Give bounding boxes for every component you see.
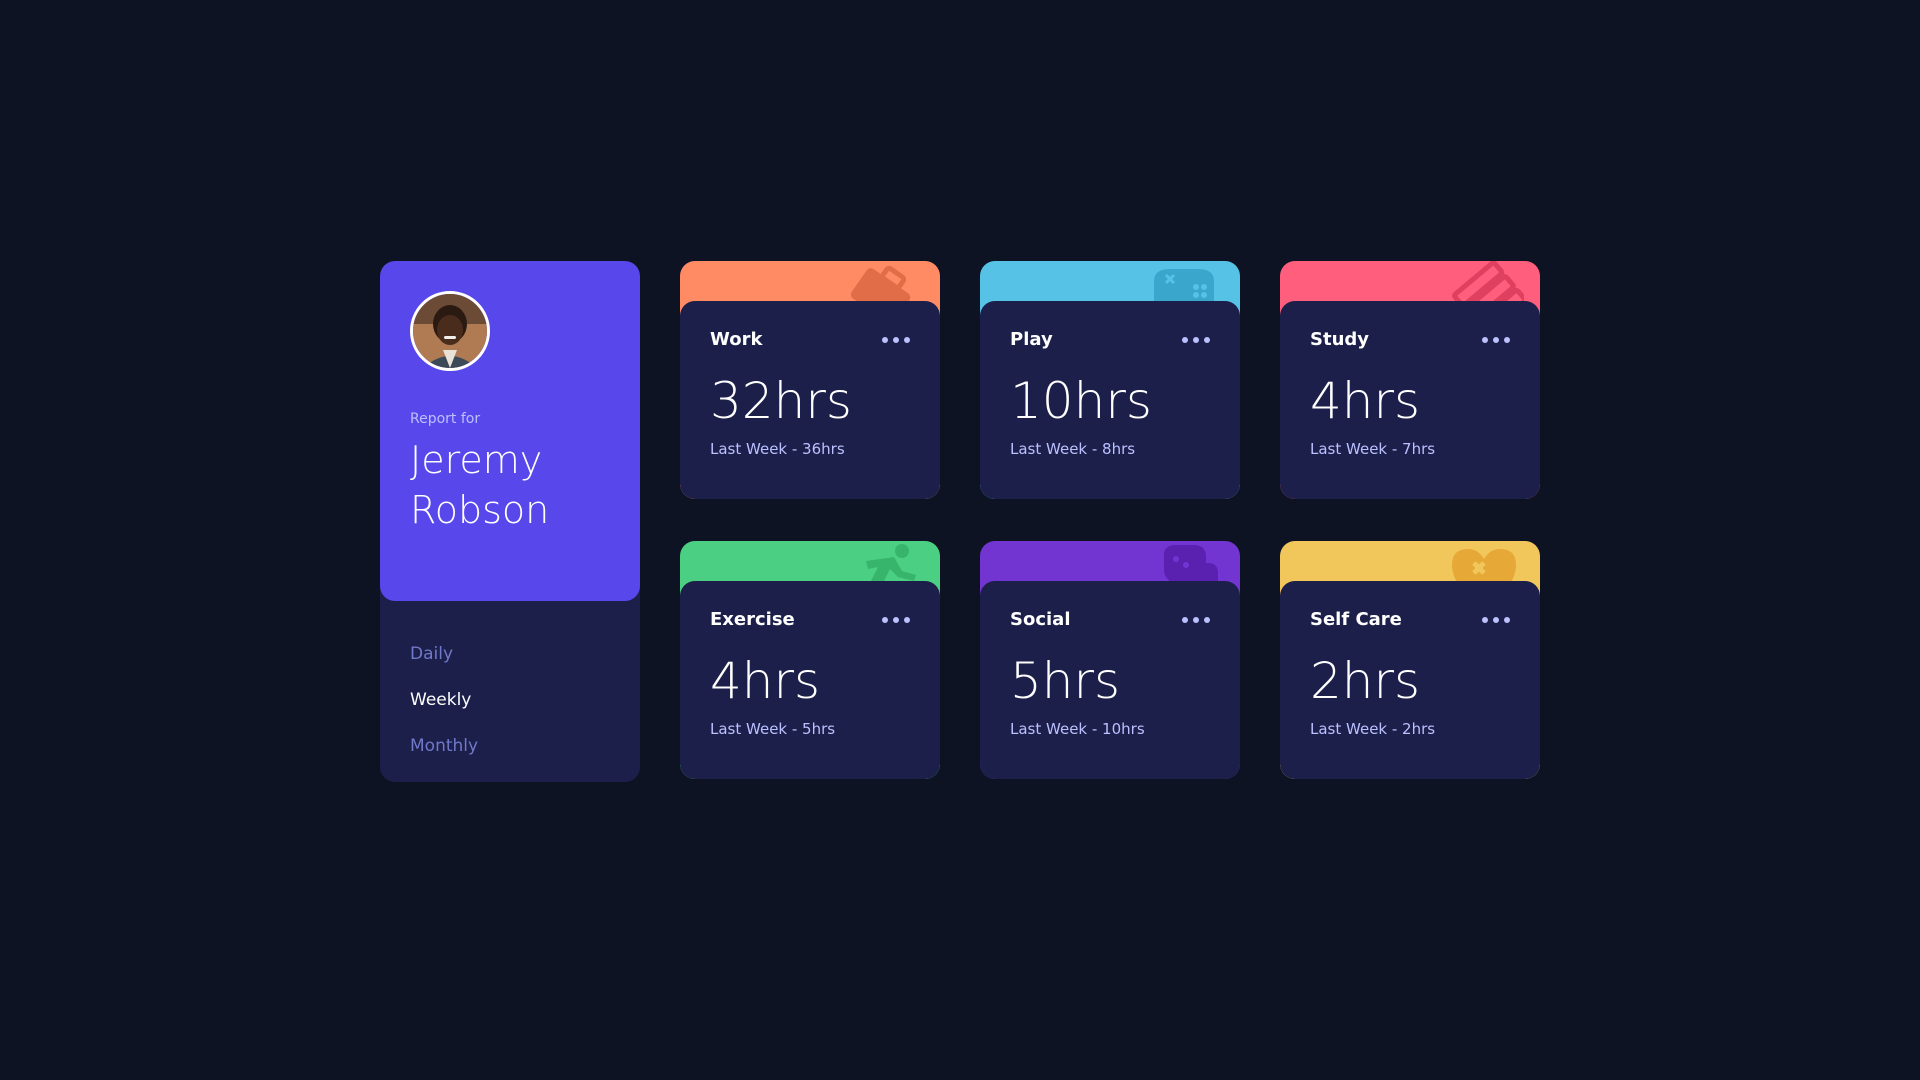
more-options-icon[interactable] xyxy=(882,335,910,345)
previous-hours: Last Week - 10hrs xyxy=(1010,720,1145,738)
card-study: Study 4hrs Last Week - 7hrs xyxy=(1280,261,1540,499)
card-body: Exercise 4hrs Last Week - 5hrs xyxy=(680,581,940,779)
card-social: Social 5hrs Last Week - 10hrs xyxy=(980,541,1240,779)
card-title: Work xyxy=(710,329,763,350)
more-options-icon[interactable] xyxy=(882,615,910,625)
card-play: Play 10hrs Last Week - 8hrs xyxy=(980,261,1240,499)
more-options-icon[interactable] xyxy=(1182,615,1210,625)
current-hours: 4hrs xyxy=(710,652,821,710)
card-exercise: Exercise 4hrs Last Week - 5hrs xyxy=(680,541,940,779)
current-hours: 4hrs xyxy=(1310,372,1421,430)
period-daily[interactable]: Daily xyxy=(410,631,478,677)
more-options-icon[interactable] xyxy=(1182,335,1210,345)
previous-hours: Last Week - 5hrs xyxy=(710,720,836,738)
report-for-label: Report for xyxy=(410,411,481,427)
card-body: Work 32hrs Last Week - 36hrs xyxy=(680,301,940,499)
user-name: Jeremy Robson xyxy=(410,438,550,532)
avatar-portrait-icon xyxy=(413,294,487,368)
card-self-care: Self Care 2hrs Last Week - 2hrs xyxy=(1280,541,1540,779)
card-body: Study 4hrs Last Week - 7hrs xyxy=(1280,301,1540,499)
card-title: Social xyxy=(1010,609,1071,630)
previous-hours: Last Week - 8hrs xyxy=(1010,440,1136,458)
more-options-icon[interactable] xyxy=(1482,615,1510,625)
avatar xyxy=(410,291,490,371)
period-selector: Daily Weekly Monthly xyxy=(410,631,478,769)
current-hours: 5hrs xyxy=(1010,652,1121,710)
card-body: Self Care 2hrs Last Week - 2hrs xyxy=(1280,581,1540,779)
card-title: Play xyxy=(1010,329,1053,350)
period-weekly[interactable]: Weekly xyxy=(410,677,478,723)
dashboard: Report for Jeremy Robson Daily Weekly Mo… xyxy=(0,0,1920,1080)
previous-hours: Last Week - 36hrs xyxy=(710,440,845,458)
card-body: Play 10hrs Last Week - 8hrs xyxy=(980,301,1240,499)
current-hours: 10hrs xyxy=(1010,372,1152,430)
period-monthly[interactable]: Monthly xyxy=(410,723,478,769)
previous-hours: Last Week - 7hrs xyxy=(1310,440,1436,458)
previous-hours: Last Week - 2hrs xyxy=(1310,720,1436,738)
card-title: Exercise xyxy=(710,609,795,630)
card-title: Self Care xyxy=(1310,609,1402,630)
current-hours: 2hrs xyxy=(1310,652,1421,710)
more-options-icon[interactable] xyxy=(1482,335,1510,345)
card-title: Study xyxy=(1310,329,1370,350)
profile-card: Report for Jeremy Robson Daily Weekly Mo… xyxy=(380,261,640,782)
current-hours: 32hrs xyxy=(710,372,852,430)
profile-header: Report for Jeremy Robson xyxy=(380,261,640,601)
card-work: Work 32hrs Last Week - 36hrs xyxy=(680,261,940,499)
card-body: Social 5hrs Last Week - 10hrs xyxy=(980,581,1240,779)
